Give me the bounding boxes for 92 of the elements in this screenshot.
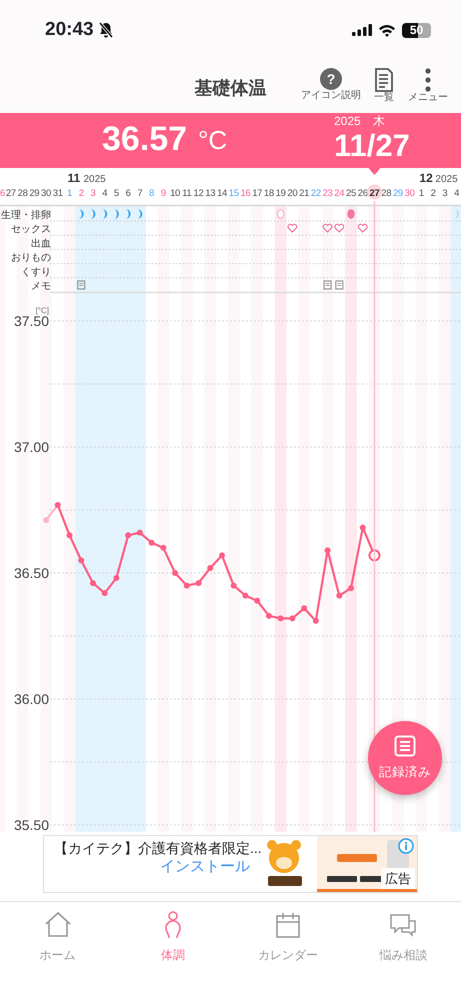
menu-icon (424, 68, 432, 92)
data-point (102, 590, 108, 596)
row-label: メモ (31, 281, 51, 292)
ad-label: 広告 (381, 868, 415, 889)
data-point (219, 552, 225, 558)
day-label[interactable]: 27 (370, 188, 380, 199)
day-label[interactable]: 20 (287, 188, 298, 199)
row-label: くすり (21, 266, 51, 278)
day-label[interactable]: 6 (126, 188, 131, 199)
screen-title: 基礎体温 (194, 77, 268, 100)
day-label[interactable]: 30 (41, 188, 52, 199)
day-label[interactable]: 31 (52, 188, 63, 199)
data-point (207, 564, 214, 571)
y-tick-label: 36.00 (14, 691, 49, 707)
data-point (125, 532, 132, 538)
day-label[interactable]: 10 (170, 188, 180, 199)
month-label: 11 (68, 171, 80, 185)
data-point (184, 582, 190, 589)
data-point (43, 517, 50, 524)
data-point (360, 524, 366, 531)
data-point (148, 540, 155, 546)
day-label[interactable]: 19 (276, 188, 286, 199)
day-label[interactable]: 21 (299, 188, 310, 199)
day-label[interactable]: 7 (137, 188, 142, 199)
date-year: 2025 (334, 114, 361, 128)
day-label[interactable]: 4 (102, 188, 108, 199)
data-point (230, 582, 237, 589)
data-point (90, 580, 96, 586)
ad-text: 【カイテク】介護有資格者限定... (53, 839, 262, 858)
list-icon (394, 734, 416, 757)
data-point (336, 592, 342, 599)
day-label[interactable]: 5 (114, 188, 119, 199)
day-label[interactable]: 4 (454, 188, 460, 199)
data-point (196, 580, 202, 586)
row-label: 生理・排卵 (1, 210, 51, 221)
day-label[interactable]: 12 (194, 188, 204, 199)
info-icon[interactable] (398, 838, 414, 854)
data-point (160, 544, 166, 551)
day-label[interactable]: 28 (381, 188, 392, 199)
data-point (266, 612, 272, 619)
day-label[interactable]: 17 (252, 188, 262, 199)
home-icon (42, 910, 73, 940)
year-label: 2025 (84, 174, 106, 185)
row-label: 出血 (31, 238, 51, 250)
temperature-value: 36.57 (102, 119, 188, 160)
wifi-icon (378, 24, 396, 36)
data-point (324, 547, 331, 554)
signal-icon (352, 24, 372, 36)
data-point (242, 592, 248, 599)
row-label: おりもの (11, 252, 51, 264)
data-point (136, 530, 143, 536)
help-button[interactable]: ? アイコン説明 (300, 68, 362, 101)
day-label[interactable]: 2 (430, 188, 436, 199)
help-icon: ? (320, 68, 342, 90)
data-point (278, 615, 284, 622)
weekday-label: 木 (373, 114, 385, 128)
day-label[interactable]: 3 (442, 188, 448, 199)
bell-slash-icon (98, 21, 114, 39)
list-button[interactable]: 一覧 (367, 68, 401, 103)
list-icon (374, 68, 394, 92)
y-tick-label: 37.50 (14, 313, 49, 329)
day-label[interactable]: 11 (182, 188, 192, 199)
day-label[interactable]: 29 (29, 188, 40, 199)
month-label: 12 (419, 171, 433, 185)
day-label[interactable]: 27 (6, 188, 16, 199)
year-label: 2025 (435, 174, 458, 185)
data-point (368, 549, 380, 562)
data-point (113, 575, 120, 582)
day-label[interactable]: 28 (18, 188, 28, 199)
data-point (78, 557, 84, 564)
axis-unit: [°C] (36, 306, 49, 315)
date-value: 11/27 (334, 127, 410, 164)
row-label: セックス (11, 224, 51, 236)
menu-button[interactable]: メニュー (405, 68, 451, 103)
data-point (66, 532, 72, 538)
day-label[interactable]: 18 (264, 188, 274, 199)
y-tick-label: 36.50 (14, 565, 49, 581)
day-label[interactable]: 26 (358, 188, 368, 199)
y-tick-label: 37.00 (14, 439, 49, 455)
day-label[interactable]: 25 (346, 188, 356, 199)
y-tick-label: 35.50 (14, 817, 49, 832)
day-label[interactable]: 1 (418, 188, 424, 199)
clock-time: 20:43 (45, 18, 94, 42)
day-label[interactable]: 13 (205, 188, 216, 199)
data-point (348, 585, 354, 592)
data-point (289, 615, 296, 622)
temperature-unit: °C (198, 125, 228, 156)
data-point (312, 618, 319, 624)
data-point (301, 605, 308, 612)
data-point (172, 570, 178, 576)
data-point (254, 598, 260, 604)
day-label[interactable]: 14 (217, 188, 227, 199)
